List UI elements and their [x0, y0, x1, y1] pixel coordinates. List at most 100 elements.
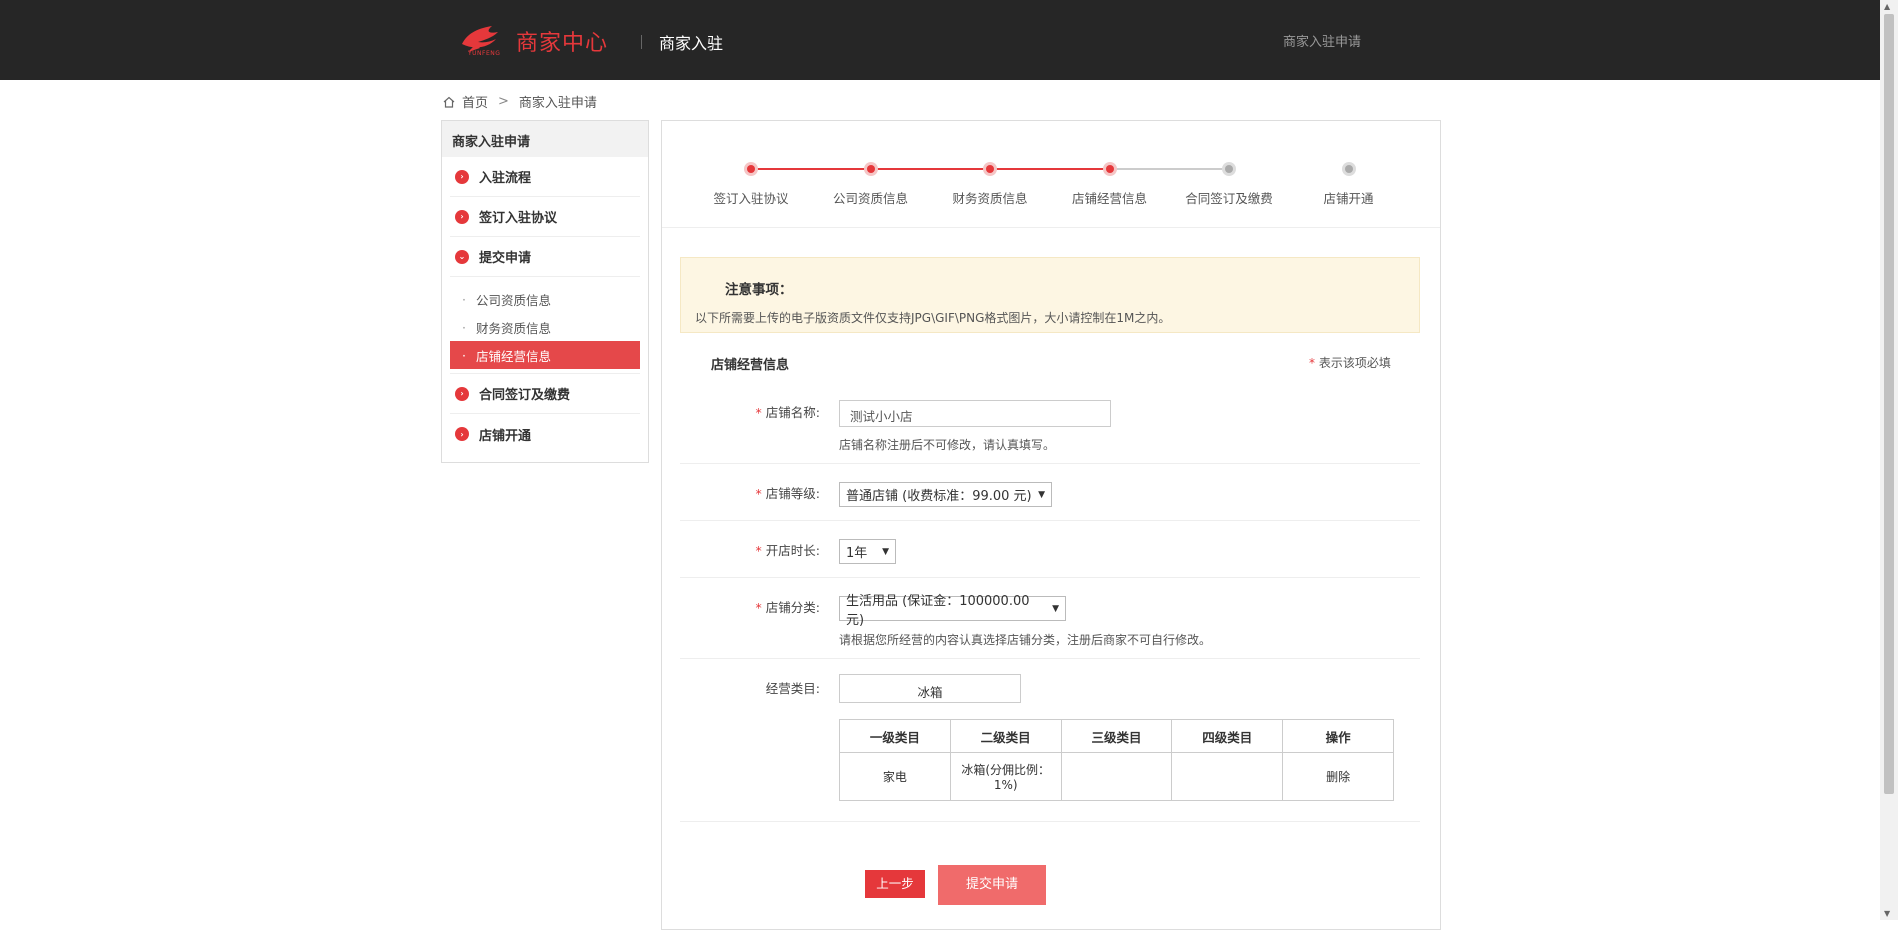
notice-text: 以下所需要上传的电子版资质文件仅支持JPG\GIF\PNG格式图片，大小请控制在… — [695, 311, 1171, 325]
table-cell — [1060, 752, 1173, 801]
select-value: 生活用品 (保证金：100000.00元) — [846, 593, 1030, 628]
label-text: 店铺分类: — [765, 600, 820, 615]
table-header: 四级类目 — [1171, 719, 1284, 753]
sidebar-item-process[interactable]: › 入驻流程 — [450, 157, 640, 197]
table-cell: 冰箱(分佣比例：1%) — [949, 752, 1062, 801]
logo-subtitle: YUNFENG — [468, 50, 501, 57]
label-text: 店铺名称: — [765, 405, 820, 420]
required-star: * — [755, 405, 762, 420]
row-divider — [680, 658, 1420, 659]
label-text: 开店时长: — [765, 543, 820, 558]
required-note-text: 表示该项必填 — [1318, 356, 1391, 370]
table-header: 三级类目 — [1060, 719, 1173, 753]
sidebar-item-label: 提交申请 — [479, 251, 532, 266]
table-header: 二级类目 — [949, 719, 1062, 753]
table-cell: 家电 — [839, 752, 951, 801]
dropdown-arrow-icon: ▼ — [1038, 489, 1045, 500]
delete-button[interactable]: 删除 — [1282, 752, 1394, 801]
business-category-picker[interactable]: 冰箱 — [839, 674, 1021, 703]
dropdown-arrow-icon: ▼ — [1052, 603, 1059, 614]
sidebar-item-agreement[interactable]: › 签订入驻协议 — [450, 197, 640, 237]
sidebar: 商家入驻申请 › 入驻流程 › 签订入驻协议 ⌄ 提交申请 公司资质信息 财务资… — [441, 120, 649, 463]
step-dot-icon — [863, 162, 878, 176]
notice-box: 注意事项： 以下所需要上传的电子版资质文件仅支持JPG\GIF\PNG格式图片，… — [680, 257, 1420, 333]
step-dot-icon — [744, 162, 758, 176]
required-note: * 表示该项必填 — [1309, 354, 1391, 371]
scroll-down-arrow-icon[interactable]: ▼ — [1884, 909, 1890, 918]
logo-bird-icon: YUNFENG — [458, 22, 514, 58]
step-label: 签订入驻协议 — [713, 191, 789, 206]
sidebar-item-label: 店铺开通 — [479, 428, 532, 444]
category-hint: 请根据您所经营的内容认真选择店铺分类，注册后商家不可自行修改。 — [839, 633, 1212, 647]
shop-name-input[interactable]: 测试小小店 — [839, 400, 1111, 427]
required-star: * — [755, 486, 762, 501]
scrollbar-thumb[interactable] — [1884, 14, 1894, 794]
steps-line-todo — [1105, 168, 1231, 170]
sidebar-item-label: 入驻流程 — [479, 171, 532, 186]
chevron-right-circle-icon: › — [455, 209, 469, 224]
logo[interactable]: YUNFENG 商家中心 — [458, 22, 608, 58]
row-divider — [680, 577, 1420, 578]
notice-title: 注意事项： — [725, 282, 793, 298]
merchant-apply-link[interactable]: 商家入驻申请 — [1283, 31, 1361, 50]
header-divider — [641, 35, 642, 49]
prev-step-button[interactable]: 上一步 — [865, 870, 925, 898]
required-star: * — [755, 543, 762, 558]
row-divider — [680, 520, 1420, 521]
chevron-right-circle-icon: › — [455, 169, 469, 184]
sub-item-label: 店铺经营信息 — [476, 348, 552, 364]
shop-level-label: * 店铺等级: — [700, 483, 820, 502]
sidebar-item-label: 签订入驻协议 — [479, 211, 558, 226]
sidebar-item-open[interactable]: › 店铺开通 — [450, 414, 640, 454]
row-divider — [680, 463, 1420, 464]
step-label: 财务资质信息 — [952, 191, 1028, 206]
sidebar-sub-finance[interactable]: 财务资质信息 — [450, 313, 640, 341]
category-table: 一级类目 二级类目 三级类目 四级类目 操作 家电 冰箱(分佣比例：1%) 删除 — [839, 719, 1394, 801]
label-text: 店铺等级: — [765, 486, 820, 501]
step-dot-icon — [1341, 162, 1356, 176]
breadcrumb: 首页 > 商家入驻申请 — [442, 92, 597, 111]
sidebar-sub-shop[interactable]: 店铺经营信息 — [450, 341, 640, 369]
sidebar-item-contract[interactable]: › 合同签订及缴费 — [450, 374, 640, 414]
sidebar-sub-list: 公司资质信息 财务资质信息 店铺经营信息 — [450, 277, 640, 374]
table-header-row: 一级类目 二级类目 三级类目 四级类目 操作 — [839, 719, 1394, 753]
category-select[interactable]: 生活用品 (保证金：100000.00元) ▼ — [839, 594, 1066, 628]
breadcrumb-chevron-icon: > — [498, 94, 509, 109]
submit-application-button[interactable]: 提交申请 — [938, 865, 1046, 905]
step-label: 公司资质信息 — [832, 191, 908, 206]
table-header: 操作 — [1282, 719, 1394, 753]
step-label: 合同签订及缴费 — [1185, 191, 1273, 206]
sidebar-item-submit[interactable]: ⌄ 提交申请 — [450, 237, 640, 277]
page-title: 商家入驻 — [659, 34, 724, 53]
logo-text: 商家中心 — [516, 31, 609, 56]
page-scrollbar[interactable]: ▲ ▼ — [1880, 0, 1898, 920]
table-cell — [1171, 752, 1284, 801]
step-dot-icon — [1102, 162, 1117, 176]
duration-label: * 开店时长: — [700, 540, 820, 559]
chevron-right-circle-icon: › — [455, 386, 469, 401]
category-label: * 店铺分类: — [700, 597, 820, 616]
chevron-right-circle-icon: › — [455, 427, 469, 441]
main-panel: 签订入驻协议 公司资质信息 财务资质信息 店铺经营信息 合同签订及缴费 店铺开通 注意事项… — [661, 120, 1441, 930]
select-value: 1年 — [846, 546, 868, 561]
scroll-up-arrow-icon[interactable]: ▲ — [1884, 2, 1890, 11]
step-label: 店铺开通 — [1323, 191, 1374, 206]
sidebar-item-label: 合同签订及缴费 — [479, 388, 571, 403]
step-label: 店铺经营信息 — [1071, 191, 1147, 206]
home-icon — [443, 96, 455, 108]
breadcrumb-current: 商家入驻申请 — [518, 96, 597, 111]
step-dot-icon — [983, 162, 997, 176]
shop-name-hint: 店铺名称注册后不可修改，请认真填写。 — [839, 438, 1056, 452]
breadcrumb-home[interactable]: 首页 — [462, 92, 488, 111]
progress-steps: 签订入驻协议 公司资质信息 财务资质信息 店铺经营信息 合同签订及缴费 店铺开通 — [662, 121, 1440, 228]
duration-select[interactable]: 1年 ▼ — [839, 539, 896, 564]
table-row: 家电 冰箱(分佣比例：1%) 删除 — [839, 752, 1394, 801]
required-star: * — [755, 600, 762, 615]
shop-level-select[interactable]: 普通店铺 (收费标准：99.00 元) ▼ — [839, 482, 1052, 507]
shop-name-label: * 店铺名称: — [700, 402, 820, 421]
steps-line-done — [751, 168, 1105, 170]
sub-item-label: 财务资质信息 — [476, 320, 552, 336]
step-dot-icon — [1222, 162, 1236, 176]
sub-item-label: 公司资质信息 — [476, 292, 552, 308]
sidebar-sub-company[interactable]: 公司资质信息 — [450, 285, 640, 313]
